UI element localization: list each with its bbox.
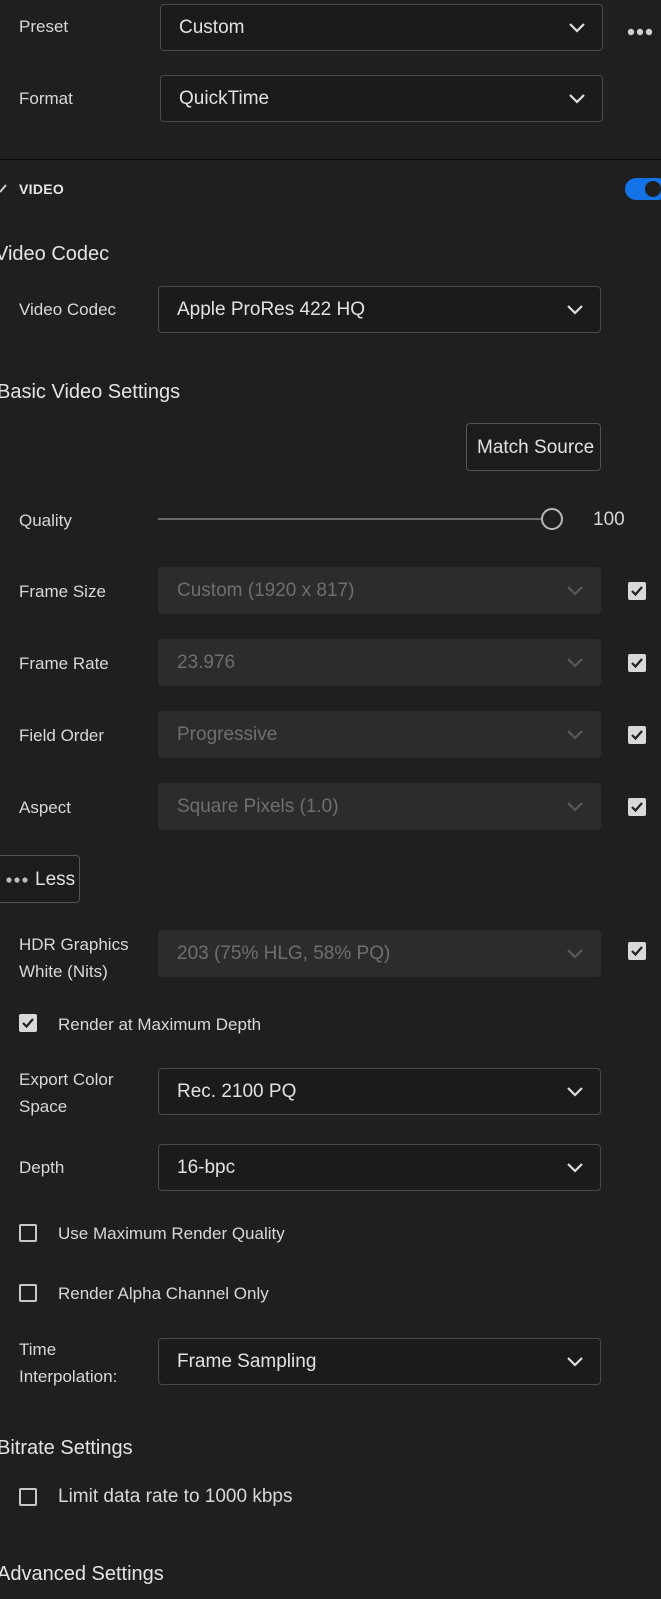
less-label: Less <box>35 869 76 890</box>
frame-rate-dropdown[interactable]: 23.976 <box>158 639 601 686</box>
max-render-quality-checkbox[interactable] <box>19 1224 37 1242</box>
depth-dropdown[interactable]: 16-bpc <box>158 1144 601 1191</box>
hdr-label-line1: HDR Graphics <box>19 935 129 954</box>
format-dropdown[interactable]: QuickTime <box>160 75 603 122</box>
export-color-value: Rec. 2100 PQ <box>177 1081 297 1102</box>
video-codec-value: Apple ProRes 422 HQ <box>177 299 365 320</box>
format-value: QuickTime <box>179 88 270 109</box>
chevron-down-icon <box>567 802 583 812</box>
chevron-down-icon <box>567 305 583 315</box>
aspect-dropdown[interactable]: Square Pixels (1.0) <box>158 783 601 830</box>
match-source-button[interactable]: Match Source <box>466 423 601 471</box>
basic-video-settings-heading: Basic Video Settings <box>0 381 181 403</box>
frame-rate-value: 23.976 <box>177 652 236 673</box>
hdr-dropdown[interactable]: 203 (75% HLG, 58% PQ) <box>158 930 601 977</box>
limit-data-rate-checkbox[interactable] <box>19 1488 37 1506</box>
format-label: Format <box>19 89 73 108</box>
depth-value: 16-bpc <box>177 1157 236 1178</box>
export-color-label-line1: Export Color <box>19 1070 114 1089</box>
depth-label: Depth <box>19 1158 65 1177</box>
video-toggle[interactable] <box>625 178 661 200</box>
video-codec-heading: Video Codec <box>0 243 110 265</box>
quality-slider[interactable] <box>158 507 565 533</box>
bitrate-settings-heading: Bitrate Settings <box>0 1437 133 1459</box>
preset-label: Preset <box>19 17 69 36</box>
alpha-only-checkbox[interactable] <box>19 1284 37 1302</box>
time-interp-label-line2: Interpolation: <box>19 1367 118 1386</box>
frame-rate-checkbox[interactable] <box>628 654 646 672</box>
render-max-depth-label: Render at Maximum Depth <box>58 1015 262 1034</box>
chevron-down-icon <box>569 94 585 104</box>
hdr-label-line2: White (Nits) <box>19 962 108 981</box>
field-order-checkbox[interactable] <box>628 726 646 744</box>
chevron-down-icon <box>569 23 585 33</box>
render-max-depth-checkbox[interactable] <box>19 1014 37 1032</box>
quality-value: 100 <box>593 509 625 530</box>
export-color-label-line2: Space <box>19 1097 68 1116</box>
quality-slider-handle[interactable] <box>541 508 563 530</box>
chevron-down-icon <box>567 949 583 959</box>
quality-slider-track <box>158 518 552 520</box>
aspect-checkbox[interactable] <box>628 798 646 816</box>
match-source-label: Match Source <box>477 437 595 458</box>
preset-value: Custom <box>179 17 245 38</box>
advanced-settings-heading: Advanced Settings <box>0 1563 164 1585</box>
field-order-value: Progressive <box>177 724 278 745</box>
less-button[interactable]: Less <box>0 855 80 903</box>
chevron-down-icon <box>567 658 583 668</box>
ellipsis-icon <box>6 877 28 883</box>
field-order-dropdown[interactable]: Progressive <box>158 711 601 758</box>
frame-size-label: Frame Size <box>19 582 106 601</box>
time-interp-label-line1: Time <box>19 1340 57 1359</box>
video-codec-label: Video Codec <box>19 300 117 319</box>
toggle-knob <box>645 181 661 197</box>
frame-size-value: Custom (1920 x 817) <box>177 580 355 601</box>
chevron-down-icon <box>567 730 583 740</box>
alpha-only-label: Render Alpha Channel Only <box>58 1284 269 1303</box>
video-codec-dropdown[interactable]: Apple ProRes 422 HQ <box>158 286 601 333</box>
frame-rate-label: Frame Rate <box>19 654 109 673</box>
field-order-label: Field Order <box>19 726 105 745</box>
time-interp-label: Time Interpolation: <box>19 1336 117 1390</box>
video-section-title[interactable]: VIDEO <box>19 181 64 197</box>
hdr-checkbox[interactable] <box>628 942 646 960</box>
more-options-icon[interactable] <box>627 23 655 36</box>
export-color-dropdown[interactable]: Rec. 2100 PQ <box>158 1068 601 1115</box>
chevron-down-icon <box>567 586 583 596</box>
collapse-chevron-icon[interactable] <box>0 181 8 193</box>
quality-label: Quality <box>19 511 72 530</box>
frame-size-checkbox[interactable] <box>628 582 646 600</box>
chevron-down-icon <box>567 1357 583 1367</box>
chevron-down-icon <box>567 1163 583 1173</box>
frame-size-dropdown[interactable]: Custom (1920 x 817) <box>158 567 601 614</box>
time-interp-dropdown[interactable]: Frame Sampling <box>158 1338 601 1385</box>
aspect-label: Aspect <box>19 798 71 817</box>
max-render-quality-label: Use Maximum Render Quality <box>58 1224 285 1243</box>
preset-dropdown[interactable]: Custom <box>160 4 603 51</box>
aspect-value: Square Pixels (1.0) <box>177 796 339 817</box>
hdr-value: 203 (75% HLG, 58% PQ) <box>177 943 391 964</box>
time-interp-value: Frame Sampling <box>177 1351 317 1372</box>
chevron-down-icon <box>567 1087 583 1097</box>
export-color-label: Export Color Space <box>19 1066 113 1120</box>
section-divider <box>0 159 661 160</box>
limit-data-rate-label: Limit data rate to 1000 kbps <box>58 1486 293 1507</box>
hdr-label: HDR Graphics White (Nits) <box>19 931 129 985</box>
